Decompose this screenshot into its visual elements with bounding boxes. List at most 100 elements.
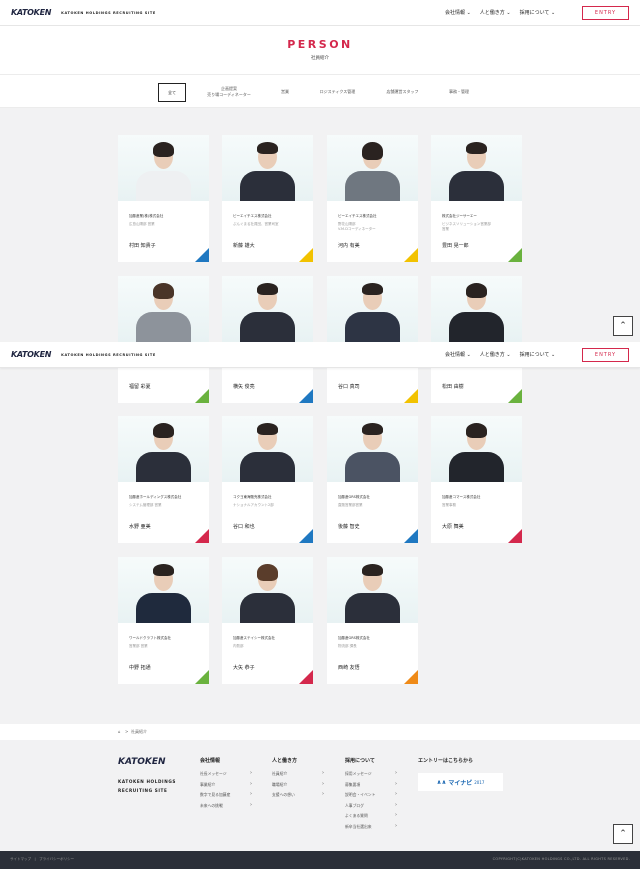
person-card[interactable]: 加藤産GRS株式会社 直販営業部営業 後藤 智史 [327,416,418,543]
footer-col-title: 会社情報 [200,758,221,764]
person-card[interactable]: 加藤産コマース株式会社 営業事務 大原 舞美 [431,416,522,543]
main-nav: 会社情報 ⌄ 人と働き方 ⌄ 採用について ⌄ [445,9,555,16]
mynavi-banner[interactable]: ∧∧ マイナビ 2017 [418,773,503,791]
arrow-icon [299,529,313,543]
logo[interactable]: KATOKEN [11,350,51,359]
person-card[interactable]: 横矢 俊亮 [222,276,313,403]
tab-all[interactable]: 全て [158,83,186,102]
card-dept: ぶんぐまる社員団、営業司室 [233,222,279,226]
footer-col-title: 採用について [345,758,375,764]
footer: KATOKEN KATOKEN HOLDINGS RECRUITING SITE… [0,740,640,851]
card-name: 松田 由樹 [442,384,464,390]
tab-sales[interactable]: 営業 [270,75,300,109]
nav-people[interactable]: 人と働き方 ⌄ [480,9,511,16]
footer-link[interactable]: 社員紹介 [272,770,324,782]
card-company: ビーエイチエス株式会社 [338,214,377,218]
footer-link[interactable]: 採用メッセージ [345,770,397,782]
logo[interactable]: KATOKEN [11,8,51,17]
nav-company[interactable]: 会社情報 ⌄ [445,351,471,358]
footer-link[interactable]: 人事ブログ [345,802,397,814]
arrow-icon [299,389,313,403]
person-card[interactable]: 福留 彩夏 [118,276,209,403]
footer-entry: エントリーはこちらから [418,757,473,771]
person-card[interactable]: ワールドクラフト株式会社 営業部 営業 中野 拓通 [118,557,209,684]
person-photo [431,416,522,482]
card-name: 水野 亜美 [129,524,151,530]
card-dept: 営業部 営業 [129,644,148,648]
card-dept: システム管理部 営業 [129,503,162,507]
main-nav: 会社情報 ⌄ 人と働き方 ⌄ 採用について ⌄ [445,351,555,358]
sticky-header: KATOKEN KATOKEN HOLDINGS RECRUITING SITE… [0,342,640,368]
card-name: 福留 彩夏 [129,384,151,390]
footer-link[interactable]: よくある質問 [345,812,397,824]
footer-link[interactable]: 募集要項 [345,781,397,793]
nav-recruit[interactable]: 採用について ⌄ [520,351,556,358]
person-card[interactable]: 加藤産ステイシー株式会社 内勤部 大矢 恭子 [222,557,313,684]
person-card[interactable]: 株式会社ジーサーエー ビジネスソリューション営業部 営業 豊田 晃一郎 [431,135,522,262]
card-name: 谷口 和也 [233,524,255,530]
card-name: 村田 知貴子 [129,243,156,249]
bottom-links[interactable]: サイトマップ | プライバシーポリシー [10,857,74,862]
card-dept: 直販営業部営業 [338,503,363,507]
tab-admin[interactable]: 事務・管理 [440,75,478,109]
footer-link[interactable]: 説明会・イベント [345,791,397,803]
arrow-icon [195,670,209,684]
card-dept: 広島山陽部 営業 [129,222,155,226]
card-name: 新藤 雄大 [233,243,255,249]
nav-recruit[interactable]: 採用について ⌄ [520,9,556,16]
person-photo [118,135,209,201]
person-card[interactable]: 加藤産ホールディングス株式会社 システム管理部 営業 水野 亜美 [118,416,209,543]
entry-button[interactable]: ENTRY [582,348,629,362]
arrow-icon [404,529,418,543]
person-photo [118,416,209,482]
breadcrumb: ⌂ > 社員紹介 [0,724,640,740]
arrow-icon [404,248,418,262]
copyright: COPYRIGHT(C)KATOKEN HOLDINGS CO.,LTD. AL… [492,857,630,861]
card-company: 加藤産業(株)株式会社 [129,214,164,218]
breadcrumb-current: 社員紹介 [131,729,147,734]
back-to-top-button[interactable]: ⌃ [613,824,633,844]
card-dept: 内勤部 [233,644,244,648]
footer-link[interactable]: 社長メッセージ [200,770,252,782]
footer-link[interactable]: 事業紹介 [200,781,252,793]
footer-logo[interactable]: KATOKEN [118,757,166,767]
footer-link[interactable]: 職場紹介 [272,781,324,793]
person-photo [222,135,313,201]
footer-col-people: 人と働き方 社員紹介 職場紹介 支援への想い [272,757,324,803]
nav-people[interactable]: 人と働き方 ⌄ [480,351,511,358]
person-card[interactable]: 松田 由樹 [431,276,522,403]
person-photo [222,416,313,482]
entry-button[interactable]: ENTRY [582,6,629,20]
person-photo [327,416,418,482]
card-dept: 営業事務 [442,503,456,507]
person-card[interactable]: 加藤産業(株)株式会社 広島山陽部 営業 村田 知貴子 [118,135,209,262]
card-name: 横矢 俊亮 [233,384,255,390]
tab-logistics[interactable]: ロジスティクス管理 [310,75,365,109]
footer-link[interactable]: 数字で見る加藤産 [200,791,252,803]
person-card[interactable]: ビーエイチエス株式会社 野花山陽部 V.M.Dコーディネーター 河内 有美 [327,135,418,262]
arrow-icon [508,389,522,403]
home-icon[interactable]: ⌂ [118,729,121,734]
footer-link[interactable]: 支援への想い [272,791,324,803]
person-card[interactable]: ビーエイチエス株式会社 ぶんぐまる社員団、営業司室 新藤 雄大 [222,135,313,262]
card-company: 加藤産ステイシー株式会社 [233,636,275,640]
card-company: コクヨ東海販売株式会社 [233,495,272,499]
tab-planning[interactable]: 企画提案 売り場コーディネーター [198,75,260,109]
footer-link[interactable]: 未来への挑戦 [200,802,252,814]
arrow-icon [195,248,209,262]
person-card[interactable]: コクヨ東海販売株式会社 ナショナルアカウント2部 谷口 和也 [222,416,313,543]
arrow-icon [299,248,313,262]
person-photo [222,557,313,623]
page-subtitle: 社員紹介 [311,56,329,61]
tab-store-staff[interactable]: 店舗運営スタッフ [375,75,430,109]
person-photo [327,135,418,201]
footer-link[interactable]: 新卒当社選出来 [345,823,397,835]
back-to-top-button[interactable]: ⌃ [613,316,633,336]
chevron-up-icon: ⌃ [619,829,627,839]
person-card[interactable]: 加藤産GRS株式会社 物流部 課長 西崎 友悟 [327,557,418,684]
card-company: 加藤産GRS株式会社 [338,636,370,640]
person-photo [118,557,209,623]
person-card[interactable]: 谷口 真司 [327,276,418,403]
nav-company[interactable]: 会社情報 ⌄ [445,9,471,16]
arrow-icon [404,389,418,403]
